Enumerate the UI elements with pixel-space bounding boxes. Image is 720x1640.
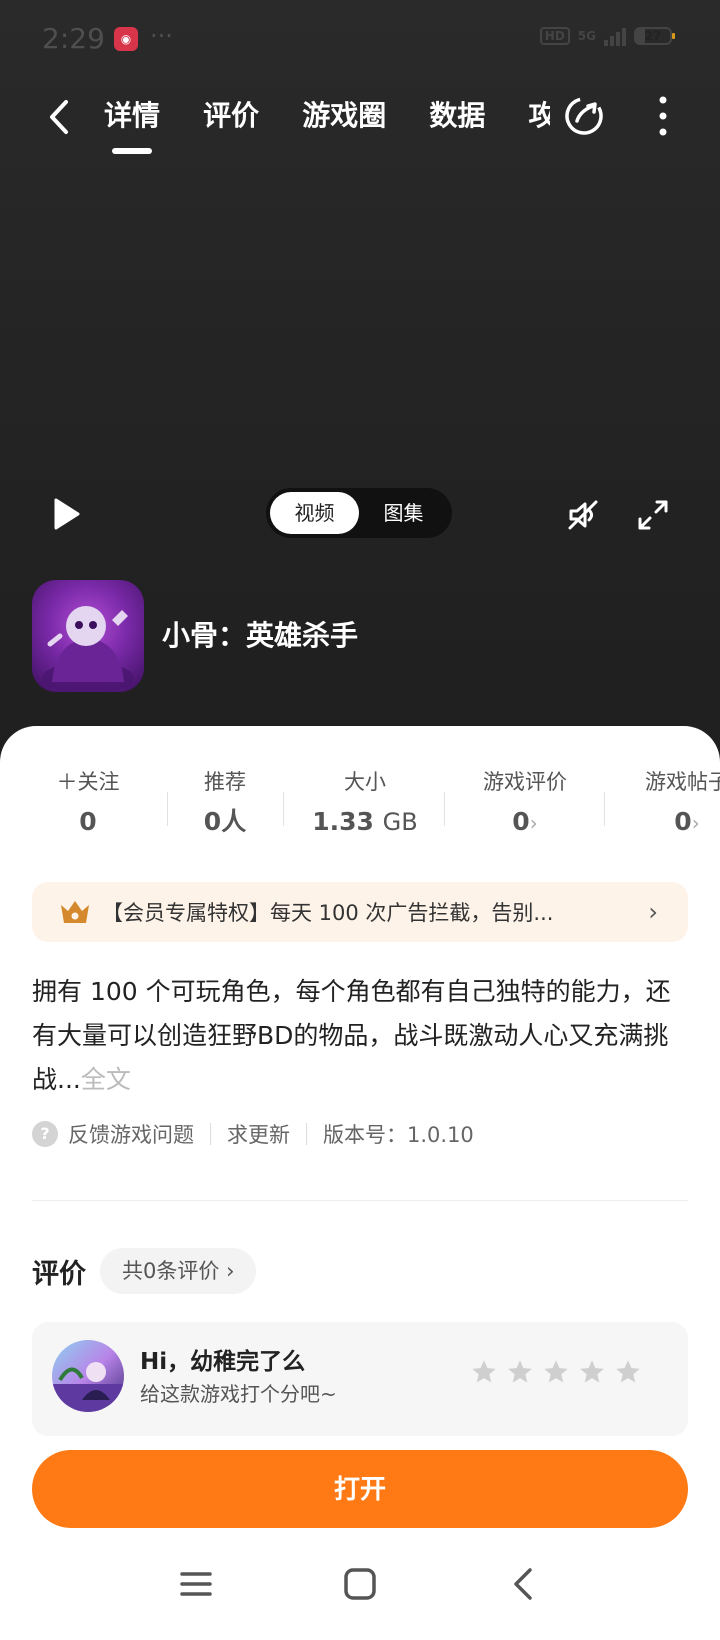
stat-ratings-value: 0 xyxy=(512,807,530,836)
game-title: 小骨：英雄杀手 xyxy=(162,619,359,652)
status-bar: 2:29 ◉ ··· HD 5G 27 xyxy=(0,0,720,80)
more-notifications-icon: ··· xyxy=(150,22,173,50)
status-indicators: HD 5G 27 xyxy=(539,26,675,46)
reviews-header: 评价 共0条评价 › xyxy=(32,1248,257,1294)
nav-tabs: 详情 评价 游戏圈 数据 攻略 xyxy=(104,94,550,154)
open-button[interactable]: 打开 xyxy=(32,1450,688,1528)
stat-ratings-label: 游戏评价 xyxy=(483,770,567,794)
star-icon[interactable] xyxy=(542,1358,570,1386)
status-time: 2:29 xyxy=(42,22,105,55)
stat-posts[interactable]: 游戏帖子 0› xyxy=(624,766,720,846)
meta-divider xyxy=(210,1123,211,1145)
tab-community[interactable]: 游戏圈 xyxy=(302,94,386,154)
section-divider xyxy=(32,1200,688,1201)
media-toggle: 视频 图集 xyxy=(266,488,452,538)
stat-posts-value: 0 xyxy=(674,807,692,836)
details-sheet: ＋关注 0 推荐 0人 大小 1.33 GB 游戏评价 0› 游戏帖子 0› 【… xyxy=(0,726,720,1436)
stat-recommend-value: 0人 xyxy=(203,807,247,836)
stat-divider xyxy=(283,792,284,826)
stat-size-value: 1.33 xyxy=(312,807,374,836)
tab-guides[interactable]: 攻略 xyxy=(528,94,550,154)
network-type: 5G xyxy=(577,29,596,43)
fullscreen-icon[interactable] xyxy=(636,498,670,532)
stat-size-label: 大小 xyxy=(344,770,386,794)
crown-icon xyxy=(61,901,89,923)
vip-banner-text: 【会员专属特权】每天 100 次广告拦截，告别... xyxy=(102,901,554,925)
meta-divider xyxy=(306,1123,307,1145)
stat-size-unit: GB xyxy=(382,808,418,836)
stat-follow[interactable]: ＋关注 0 xyxy=(28,766,148,846)
version-label: 版本号：1.0.10 xyxy=(323,1123,474,1147)
help-icon: ? xyxy=(32,1121,58,1147)
bottom-bar: 打开 xyxy=(0,1436,720,1640)
video-toggle[interactable]: 视频 xyxy=(270,492,359,534)
system-nav-bar xyxy=(0,1554,720,1618)
stat-divider xyxy=(444,792,445,826)
tab-reviews[interactable]: 评价 xyxy=(203,94,259,154)
reviews-count: 共0条评价 xyxy=(122,1259,220,1283)
stat-posts-label: 游戏帖子 xyxy=(645,770,720,794)
gallery-toggle[interactable]: 图集 xyxy=(359,492,448,534)
add-icon: ＋ xyxy=(56,770,78,794)
battery-icon: 27 xyxy=(634,27,675,45)
signal-icon xyxy=(604,26,626,46)
chevron-right-icon: › xyxy=(529,811,538,835)
rating-stars xyxy=(470,1358,642,1386)
stats-row: ＋关注 0 推荐 0人 大小 1.33 GB 游戏评价 0› 游戏帖子 0› xyxy=(0,766,720,846)
game-icon xyxy=(32,580,144,692)
avatar xyxy=(52,1340,124,1412)
stat-size: 大小 1.33 GB xyxy=(300,766,430,846)
mute-icon[interactable] xyxy=(566,498,600,532)
share-icon[interactable] xyxy=(562,94,606,138)
tab-data[interactable]: 数据 xyxy=(429,94,485,154)
stat-recommend-label: 推荐 xyxy=(204,770,246,794)
rate-card: Hi，幼稚完了么 给这款游戏打个分吧~ xyxy=(32,1322,688,1436)
read-more-link[interactable]: 全文 xyxy=(81,1065,131,1094)
stat-divider xyxy=(167,792,168,826)
system-back-icon[interactable] xyxy=(504,1564,544,1604)
request-update-link[interactable]: 求更新 xyxy=(227,1119,290,1149)
home-icon[interactable] xyxy=(340,1564,380,1604)
star-icon[interactable] xyxy=(506,1358,534,1386)
feedback-link[interactable]: 反馈游戏问题 xyxy=(68,1119,194,1149)
stat-divider xyxy=(604,792,605,826)
reviews-count-button[interactable]: 共0条评价 › xyxy=(100,1248,257,1294)
star-icon[interactable] xyxy=(578,1358,606,1386)
hd-icon: HD xyxy=(539,27,570,45)
play-icon[interactable] xyxy=(50,496,82,532)
app-notification-icon: ◉ xyxy=(114,27,138,51)
stat-recommend: 推荐 0人 xyxy=(180,766,270,846)
menu-icon[interactable] xyxy=(176,1564,216,1604)
game-description: 拥有 100 个可玩角色，每个角色都有自己独特的能力，还有大量可以创造狂野BD的… xyxy=(32,970,692,1102)
back-icon[interactable] xyxy=(40,92,80,142)
star-icon[interactable] xyxy=(470,1358,498,1386)
reviews-title: 评价 xyxy=(32,1258,86,1290)
review-prompt: 给这款游戏打个分吧~ xyxy=(140,1382,337,1406)
meta-row: ? 反馈游戏问题 求更新 版本号：1.0.10 xyxy=(32,1116,474,1152)
vip-banner[interactable]: 【会员专属特权】每天 100 次广告拦截，告别... › xyxy=(32,882,688,942)
chevron-right-icon: › xyxy=(648,898,658,926)
stat-follow-label: 关注 xyxy=(77,770,120,794)
chevron-right-icon: › xyxy=(226,1259,235,1283)
star-icon[interactable] xyxy=(614,1358,642,1386)
review-greeting: Hi，幼稚完了么 xyxy=(140,1349,306,1375)
tab-details[interactable]: 详情 xyxy=(104,94,160,154)
stat-follow-value: 0 xyxy=(79,807,97,836)
top-nav: 详情 评价 游戏圈 数据 攻略 xyxy=(0,80,720,170)
chevron-right-icon: › xyxy=(691,811,700,835)
more-icon[interactable] xyxy=(648,94,678,138)
stat-ratings[interactable]: 游戏评价 0› xyxy=(462,766,588,846)
